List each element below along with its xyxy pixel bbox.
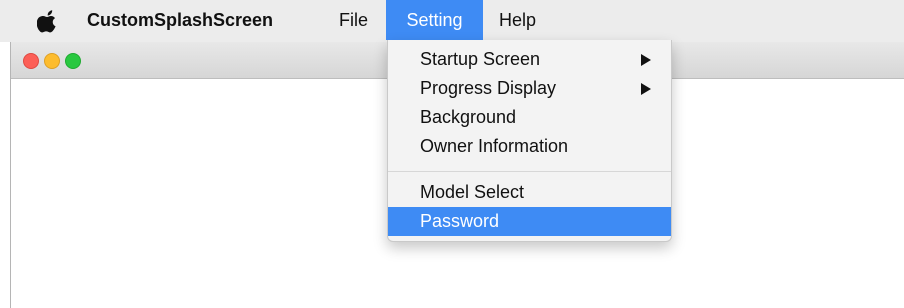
app-name-menu[interactable]: CustomSplashScreen xyxy=(87,0,273,40)
menu-item-progress-display[interactable]: Progress Display xyxy=(388,74,671,103)
setting-dropdown-menu: Startup Screen Progress Display Backgrou… xyxy=(387,40,672,242)
submenu-arrow-icon xyxy=(641,54,651,66)
zoom-window-button[interactable] xyxy=(65,53,81,69)
menu-item-label: Model Select xyxy=(420,182,525,202)
menu-item-label: Password xyxy=(420,211,500,231)
screen: CustomSplashScreen File Setting Help tom… xyxy=(0,0,904,308)
menu-setting[interactable]: Setting xyxy=(386,0,483,40)
menu-separator xyxy=(388,171,671,172)
menu-item-password[interactable]: Password xyxy=(388,207,671,236)
menu-item-owner-information[interactable]: Owner Information xyxy=(388,132,671,161)
menu-bar: CustomSplashScreen File Setting Help xyxy=(0,0,904,42)
menu-item-startup-screen[interactable]: Startup Screen xyxy=(388,45,671,74)
menu-item-label: Startup Screen xyxy=(420,49,541,69)
apple-logo-icon[interactable] xyxy=(37,9,59,33)
submenu-arrow-icon xyxy=(641,83,651,95)
menu-file[interactable]: File xyxy=(339,0,368,40)
menu-item-label: Owner Information xyxy=(420,136,569,156)
menu-item-background[interactable]: Background xyxy=(388,103,671,132)
minimize-window-button[interactable] xyxy=(44,53,60,69)
menu-help[interactable]: Help xyxy=(499,0,536,40)
menu-item-model-select[interactable]: Model Select xyxy=(388,178,671,207)
menu-item-label: Progress Display xyxy=(420,78,557,98)
close-window-button[interactable] xyxy=(23,53,39,69)
menu-item-label: Background xyxy=(420,107,517,127)
